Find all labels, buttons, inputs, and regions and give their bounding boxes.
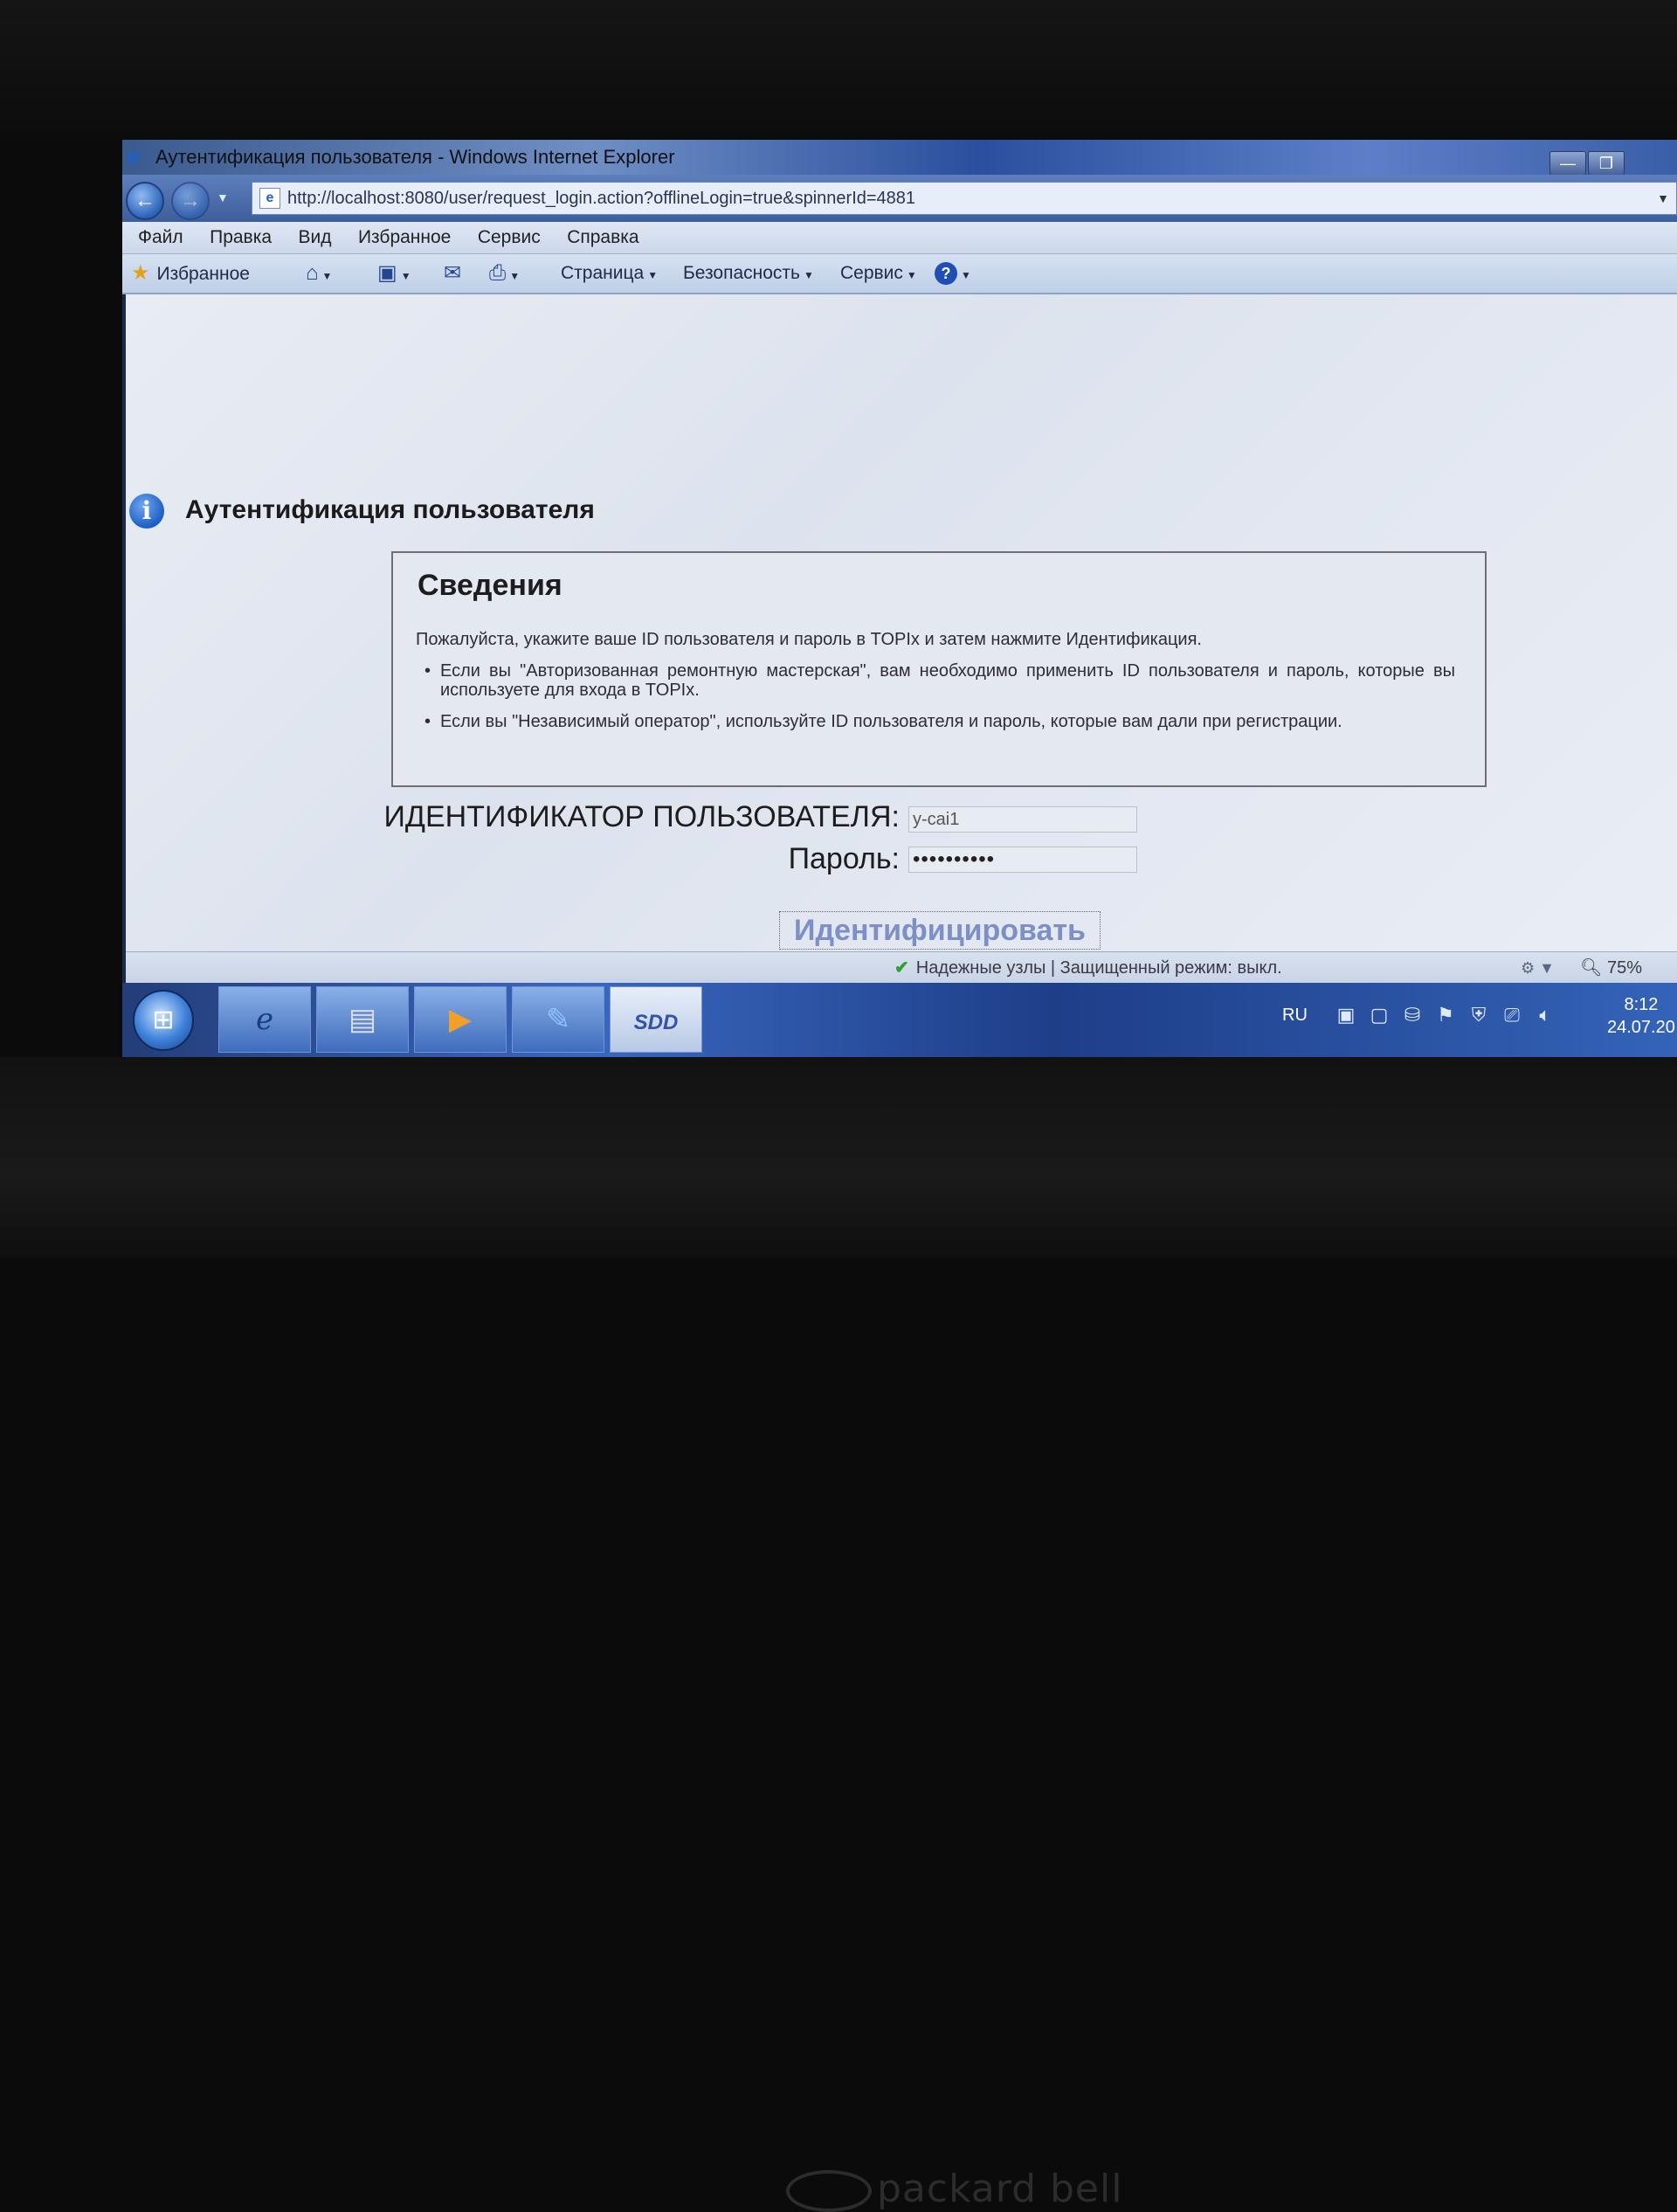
recent-pages-dropdown-icon[interactable]: ▼ <box>217 190 229 204</box>
password-label: Пароль: <box>788 842 900 875</box>
menu-edit[interactable]: Правка <box>210 222 272 253</box>
restore-icon[interactable]: ❐ <box>1588 151 1625 176</box>
tools-menu[interactable]: Сервис ▼ <box>840 254 917 294</box>
info-icon: i <box>129 494 164 529</box>
internet-explorer-task[interactable]: ℯ <box>218 986 311 1053</box>
password-field[interactable]: •••••••••• <box>908 847 1137 873</box>
help-icon: ? <box>935 262 957 286</box>
tools-menu-label: Сервис <box>840 263 903 283</box>
back-arrow-icon[interactable]: ← <box>126 182 164 220</box>
page-title: Аутентификация пользователя <box>185 495 595 524</box>
chevron-down-icon: ▼ <box>647 269 659 281</box>
sdd-icon: SDD <box>633 1011 679 1034</box>
identify-button[interactable]: Идентифицировать <box>779 911 1101 950</box>
taskbar: ⊞ ℯ ▤ ▶ ✎ SDD RU ▣ ▢ ⛁ ⚑ ⛨ ⎚ 🔈︎ 8:12 24.07.20 <box>122 983 1677 1057</box>
system-tray: ▣ ▢ ⛁ ⚑ ⛨ ⎚ 🔈︎ <box>1333 1004 1565 1027</box>
brand-logo-icon <box>786 2170 872 2212</box>
menu-view[interactable]: Вид <box>298 222 331 253</box>
chevron-down-icon[interactable]: ▼ <box>509 270 520 282</box>
security-status-text: Надежные узлы | Защищенный режим: выкл. <box>915 958 1282 978</box>
info-bullet: Если вы "Независимый оператор", использу… <box>424 712 1455 731</box>
start-button[interactable]: ⊞ <box>133 990 194 1051</box>
status-bar: ✔ Надежные узлы | Защищенный режим: выкл.… <box>126 951 1677 984</box>
volume-icon[interactable]: 🔈︎ <box>1532 1004 1558 1027</box>
mail-button[interactable]: ✉ <box>444 254 461 294</box>
clock-time: 8:12 <box>1624 995 1659 1014</box>
tray-security-icon[interactable]: ⛨ <box>1466 1004 1492 1027</box>
magnifier-icon: 🔍︎ <box>1580 958 1603 978</box>
notepad-icon: ✎ <box>545 1003 571 1036</box>
security-status: ✔ Надежные узлы | Защищенный режим: выкл. <box>894 952 1282 984</box>
user-id-field[interactable]: y-cai1 <box>908 806 1137 833</box>
mail-icon: ✉ <box>444 261 462 285</box>
page-menu-label: Страница <box>561 263 645 283</box>
safety-menu[interactable]: Безопасность ▼ <box>683 254 814 294</box>
chevron-down-icon: ▼ <box>803 269 814 281</box>
home-icon: ⌂ <box>306 261 319 285</box>
menu-tools[interactable]: Сервис <box>478 222 541 253</box>
page-icon: e <box>259 188 280 209</box>
help-button[interactable]: ? ▼ <box>935 254 971 294</box>
brand-name: packard bell <box>877 2167 1123 2211</box>
address-bar[interactable]: e http://localhost:8080/user/request_log… <box>252 182 1677 215</box>
forward-arrow-icon[interactable]: → <box>171 182 210 220</box>
notepad-task[interactable]: ✎ <box>512 986 604 1053</box>
window-title: Аутентификация пользователя - Windows In… <box>155 146 675 168</box>
rss-icon: ▣ <box>377 261 397 285</box>
menu-favorites[interactable]: Избранное <box>358 222 451 253</box>
menu-help[interactable]: Справка <box>567 222 638 253</box>
chevron-down-icon[interactable]: ▼ <box>322 270 333 282</box>
info-intro: Пожалуйста, укажите ваше ID пользователя… <box>416 630 1202 649</box>
tray-network-icon[interactable]: ⛁ <box>1399 1004 1425 1027</box>
language-indicator[interactable]: RU <box>1282 983 1308 1047</box>
menu-file[interactable]: Файл <box>138 222 183 253</box>
internet-explorer-icon: e <box>128 143 141 169</box>
system-clock[interactable]: 8:12 24.07.20 <box>1607 993 1675 1039</box>
file-explorer-task[interactable]: ▤ <box>316 986 409 1053</box>
zoom-level[interactable]: 🔍︎ 75% <box>1580 952 1642 984</box>
menu-bar: Файл Правка Вид Избранное Сервис Справка <box>122 222 1677 254</box>
media-player-task[interactable]: ▶ <box>414 986 507 1053</box>
laptop-bezel-bottom: packard bell <box>0 1057 1677 2212</box>
tray-app-icon[interactable]: ▣ <box>1333 1004 1359 1027</box>
command-bar: ★ Избранное ⌂ ▼ ▣ ▼ ✉ ⎙ ▼ Страница ▼ Безопасн… <box>122 254 1677 294</box>
media-player-icon: ▶ <box>448 1003 473 1036</box>
tray-display-icon[interactable]: ▢ <box>1366 1004 1392 1027</box>
address-dropdown-icon[interactable]: ▼ <box>1657 183 1669 214</box>
info-box: Сведения Пожалуйста, укажите ваше ID пол… <box>391 551 1487 787</box>
brand-logo: packard bell <box>786 2167 1122 2212</box>
info-heading: Сведения <box>418 569 562 602</box>
printer-icon: ⎙ <box>489 261 507 285</box>
page-content: i Аутентификация пользователя Сведения П… <box>126 294 1677 1010</box>
info-bullet: Если вы "Авторизованная ремонтную мастер… <box>424 661 1455 700</box>
checkmark-icon: ✔ <box>894 958 909 978</box>
folder-icon: ▤ <box>348 1003 377 1036</box>
minimize-icon[interactable]: — <box>1549 151 1586 176</box>
navigation-bar: ← → ▼ e http://localhost:8080/user/reque… <box>122 175 1677 222</box>
screen: e Аутентификация пользователя - Windows … <box>122 140 1677 1057</box>
chevron-down-icon[interactable]: ▼ <box>401 270 411 282</box>
chevron-down-icon: ▼ <box>906 269 917 281</box>
favorites-button[interactable]: ★ Избранное <box>131 254 250 294</box>
feeds-button[interactable]: ▣ ▼ <box>377 254 411 295</box>
protected-mode-icon[interactable]: ⚙ ▼ <box>1521 952 1555 984</box>
network-icon[interactable]: ⎚ <box>1499 1004 1525 1027</box>
favorites-label: Избранное <box>156 264 250 284</box>
internet-explorer-icon: ℯ <box>255 1003 274 1036</box>
chevron-down-icon[interactable]: ▼ <box>961 269 971 281</box>
print-button[interactable]: ⎙ ▼ <box>489 254 520 295</box>
user-id-label: ИДЕНТИФИКАТОР ПОЛЬЗОВАТЕЛЯ: <box>383 800 900 833</box>
page-menu[interactable]: Страница ▼ <box>561 254 658 294</box>
safety-menu-label: Безопасность <box>683 263 800 283</box>
window-titlebar[interactable]: e Аутентификация пользователя - Windows … <box>122 140 1677 176</box>
zoom-value: 75% <box>1606 958 1642 978</box>
sdd-task[interactable]: SDD <box>610 986 702 1053</box>
address-url[interactable]: http://localhost:8080/user/request_login… <box>287 183 915 214</box>
clock-date: 24.07.20 <box>1607 1018 1675 1037</box>
home-button[interactable]: ⌂ ▼ <box>306 254 332 295</box>
laptop-bezel-top <box>0 0 1677 140</box>
flag-icon[interactable]: ⚑ <box>1432 1004 1459 1027</box>
star-icon: ★ <box>131 261 150 285</box>
